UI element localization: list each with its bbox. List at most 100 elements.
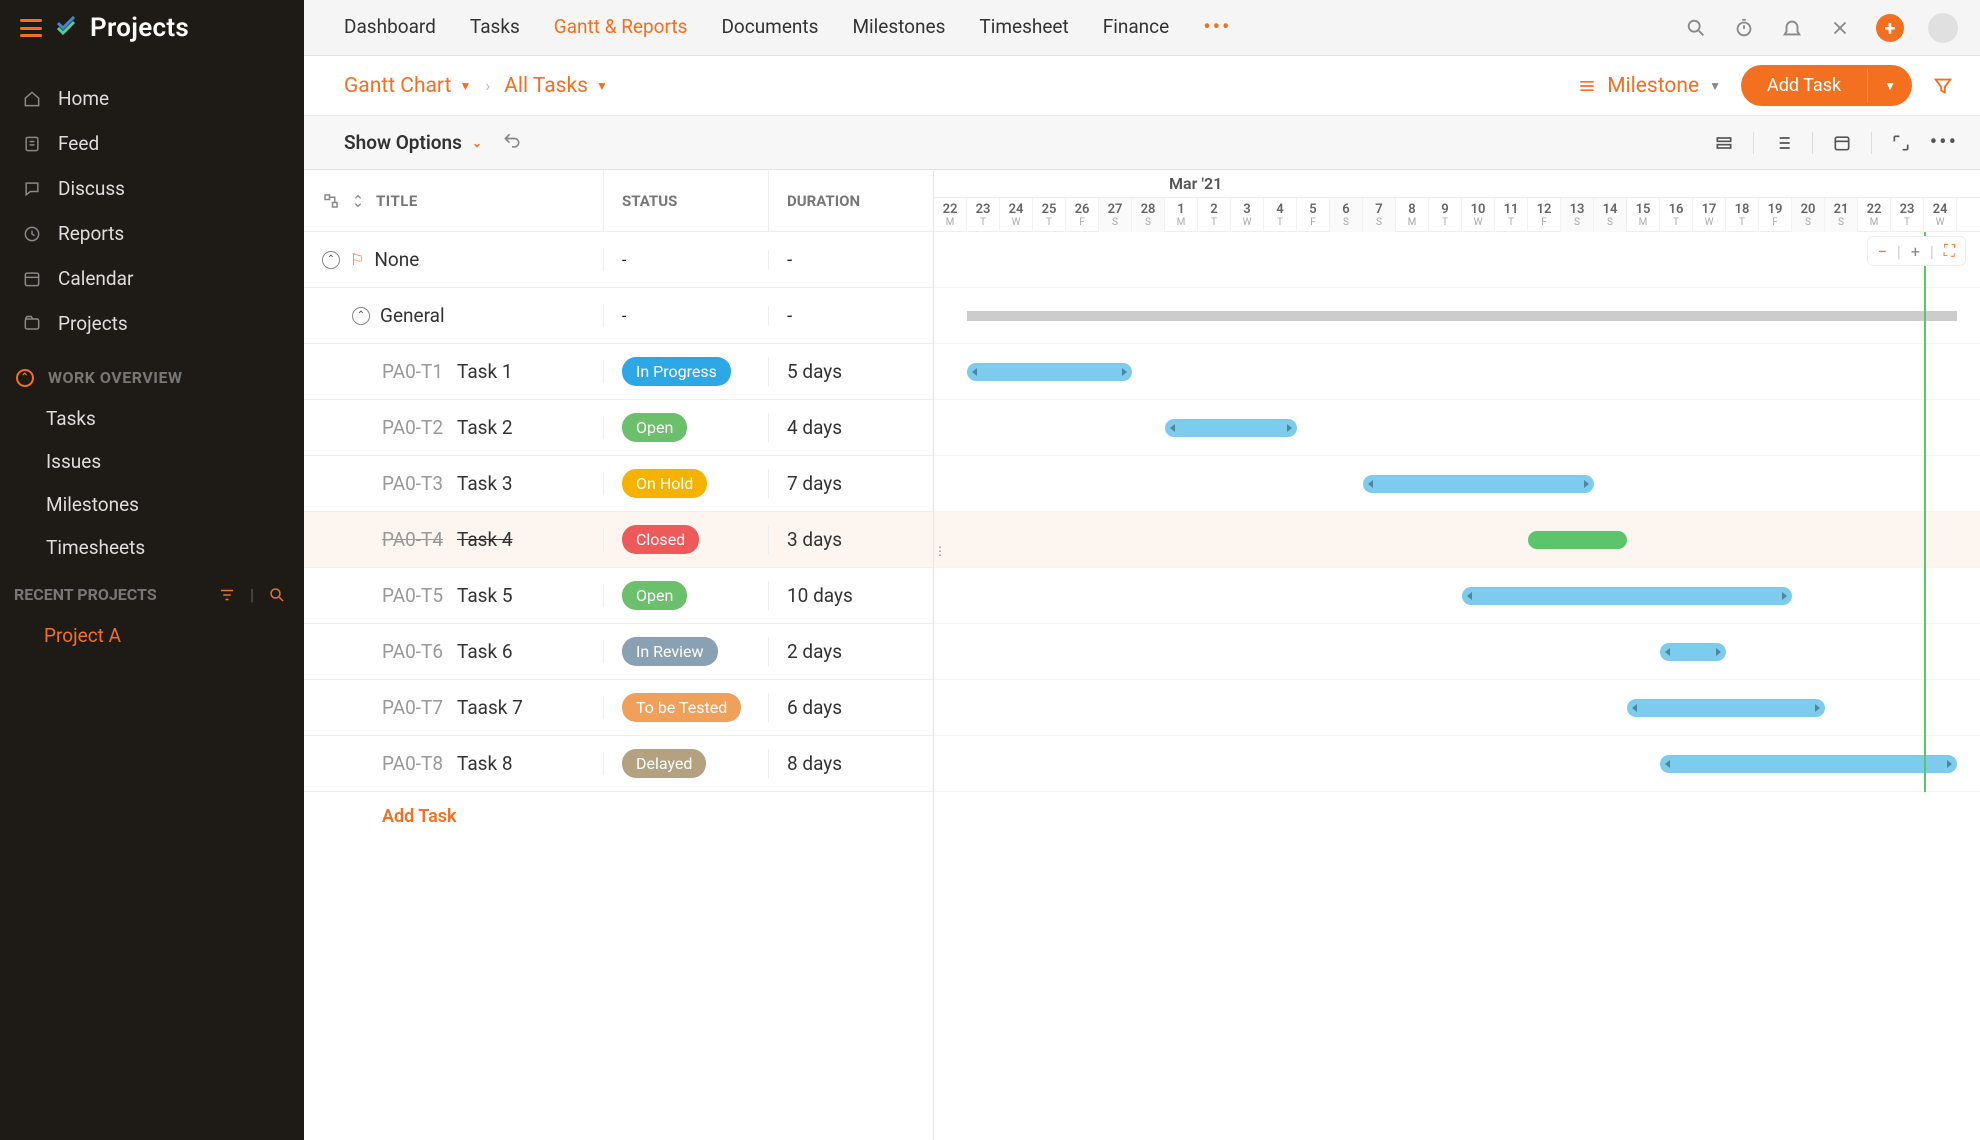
status-badge[interactable]: On Hold xyxy=(622,469,707,498)
sidebar-item-projects[interactable]: Projects xyxy=(0,301,304,346)
sidebar-item-timesheets[interactable]: Timesheets xyxy=(0,526,304,569)
chevron-down-icon[interactable]: ▼ xyxy=(1867,69,1912,103)
chart-row xyxy=(934,344,1980,400)
recent-project-link[interactable]: Project A xyxy=(0,614,304,657)
task-row[interactable]: PA0-T1 Task 1In Progress5 days xyxy=(304,344,933,400)
sidebar-item-issues[interactable]: Issues xyxy=(0,440,304,483)
timeline-header: Mar '21 22M23T24W25T26F27S28S1M2T3W4T5F6… xyxy=(934,170,1980,232)
tools-icon[interactable] xyxy=(1828,16,1852,40)
gantt-bar[interactable] xyxy=(1165,419,1297,437)
more-icon[interactable]: ••• xyxy=(1930,130,1958,155)
topbar-icons: + xyxy=(1684,13,1958,43)
gantt-bar[interactable] xyxy=(967,363,1132,381)
day-column: 18T xyxy=(1726,198,1759,232)
sidebar-item-home[interactable]: Home xyxy=(0,76,304,121)
sidebar-item-tasks[interactable]: Tasks xyxy=(0,397,304,440)
menu-icon[interactable] xyxy=(20,19,42,37)
tab-gantt-reports[interactable]: Gantt & Reports xyxy=(554,15,688,40)
fit-icon[interactable]: ⛶ xyxy=(1944,241,1955,261)
status-badge[interactable]: Open xyxy=(622,581,687,610)
tab-documents[interactable]: Documents xyxy=(721,15,818,40)
task-row[interactable]: PA0-T6 Task 6In Review2 days xyxy=(304,624,933,680)
filter-icon[interactable] xyxy=(1932,75,1954,97)
topbar: Dashboard Tasks Gantt & Reports Documents Mi… xyxy=(304,0,1980,56)
tab-timesheet[interactable]: Timesheet xyxy=(979,15,1068,40)
gantt-bar[interactable] xyxy=(1660,643,1726,661)
more-tabs-icon[interactable]: ••• xyxy=(1203,15,1231,40)
calendar-icon[interactable] xyxy=(1831,132,1853,154)
status-badge[interactable]: Open xyxy=(622,413,687,442)
task-row[interactable]: PA0-T3 Task 3On Hold7 days xyxy=(304,456,933,512)
gantt-bar[interactable] xyxy=(1627,699,1825,717)
group-bar[interactable] xyxy=(967,311,1957,321)
hierarchy-icon[interactable] xyxy=(322,192,340,210)
add-button[interactable]: + xyxy=(1876,14,1904,42)
task-name: Taask 7 xyxy=(457,696,523,719)
tab-milestones[interactable]: Milestones xyxy=(852,15,945,40)
expand-icon[interactable] xyxy=(1890,132,1912,154)
day-column: 5F xyxy=(1297,198,1330,232)
day-column: 10W xyxy=(1462,198,1495,232)
day-column: 19F xyxy=(1759,198,1792,232)
collapse-icon[interactable]: ⌃ xyxy=(352,307,370,325)
sidebar-item-reports[interactable]: Reports xyxy=(0,211,304,256)
tab-tasks[interactable]: Tasks xyxy=(470,15,520,40)
status-badge[interactable]: In Review xyxy=(622,637,718,666)
undo-icon[interactable] xyxy=(502,131,522,155)
gantt-bar[interactable] xyxy=(1660,755,1957,773)
status-badge[interactable]: Delayed xyxy=(622,749,706,778)
tab-finance[interactable]: Finance xyxy=(1103,15,1169,40)
task-row[interactable]: PA0-T2 Task 2Open4 days xyxy=(304,400,933,456)
collapse-icon[interactable]: ⌃ xyxy=(322,251,340,269)
add-task-link[interactable]: Add Task xyxy=(304,792,933,841)
crumb-alltasks[interactable]: All Tasks▼ xyxy=(504,74,608,98)
milestone-dropdown[interactable]: Milestone▼ xyxy=(1577,74,1721,98)
crumb-gantt[interactable]: Gantt Chart▼ xyxy=(344,74,471,98)
gantt-bar[interactable] xyxy=(1528,531,1627,549)
filter-icon[interactable] xyxy=(218,586,236,604)
sidebar-item-calendar[interactable]: Calendar xyxy=(0,256,304,301)
task-name: Task 1 xyxy=(457,360,512,383)
show-options-toggle[interactable]: Show Options⌄ xyxy=(344,131,482,154)
breadcrumb: Gantt Chart▼ › All Tasks▼ xyxy=(344,74,608,98)
task-id: PA0-T1 xyxy=(382,360,443,383)
status-badge[interactable]: To be Tested xyxy=(622,693,741,722)
recent-label: RECENT PROJECTS xyxy=(14,585,157,604)
work-overview-header[interactable]: ⌃ WORK OVERVIEW xyxy=(0,354,304,397)
chart-row xyxy=(934,568,1980,624)
task-row[interactable]: PA0-T7 Taask 7To be Tested6 days xyxy=(304,680,933,736)
add-task-button[interactable]: Add Task▼ xyxy=(1741,65,1912,106)
zoom-in-icon[interactable]: + xyxy=(1911,242,1920,261)
task-name: Task 6 xyxy=(457,640,512,663)
sidebar-item-feed[interactable]: Feed xyxy=(0,121,304,166)
milestone-flag-icon: ⚐ xyxy=(350,250,364,269)
search-icon[interactable] xyxy=(268,586,286,604)
status-badge[interactable]: In Progress xyxy=(622,357,731,386)
sidebar-item-discuss[interactable]: Discuss xyxy=(0,166,304,211)
search-icon[interactable] xyxy=(1684,16,1708,40)
chart-row xyxy=(934,736,1980,792)
tab-dashboard[interactable]: Dashboard xyxy=(344,15,436,40)
column-resize-handle[interactable]: ⋮⋮ xyxy=(934,540,940,562)
avatar[interactable] xyxy=(1928,13,1958,43)
view-icon-1[interactable] xyxy=(1713,132,1735,154)
task-row[interactable]: PA0-T4 Task 4Closed3 days xyxy=(304,512,933,568)
day-column: 12F xyxy=(1528,198,1561,232)
status-badge[interactable]: Closed xyxy=(622,525,699,554)
sidebar-item-milestones[interactable]: Milestones xyxy=(0,483,304,526)
sort-icon[interactable] xyxy=(350,193,366,209)
task-duration: 4 days xyxy=(769,416,933,439)
task-duration: 6 days xyxy=(769,696,933,719)
logo-icon xyxy=(54,16,78,40)
zoom-out-icon[interactable]: − xyxy=(1878,242,1887,261)
view-icon-2[interactable] xyxy=(1772,132,1794,154)
task-row[interactable]: PA0-T5 Task 5Open10 days xyxy=(304,568,933,624)
group-row-general[interactable]: ⌃General - - xyxy=(304,288,933,344)
group-row-none[interactable]: ⌃⚐None - - xyxy=(304,232,933,288)
bell-icon[interactable] xyxy=(1780,16,1804,40)
timer-icon[interactable] xyxy=(1732,16,1756,40)
gantt-bar[interactable] xyxy=(1363,475,1594,493)
task-row[interactable]: PA0-T8 Task 8Delayed8 days xyxy=(304,736,933,792)
day-column: 28S xyxy=(1132,198,1165,232)
gantt-bar[interactable] xyxy=(1462,587,1792,605)
